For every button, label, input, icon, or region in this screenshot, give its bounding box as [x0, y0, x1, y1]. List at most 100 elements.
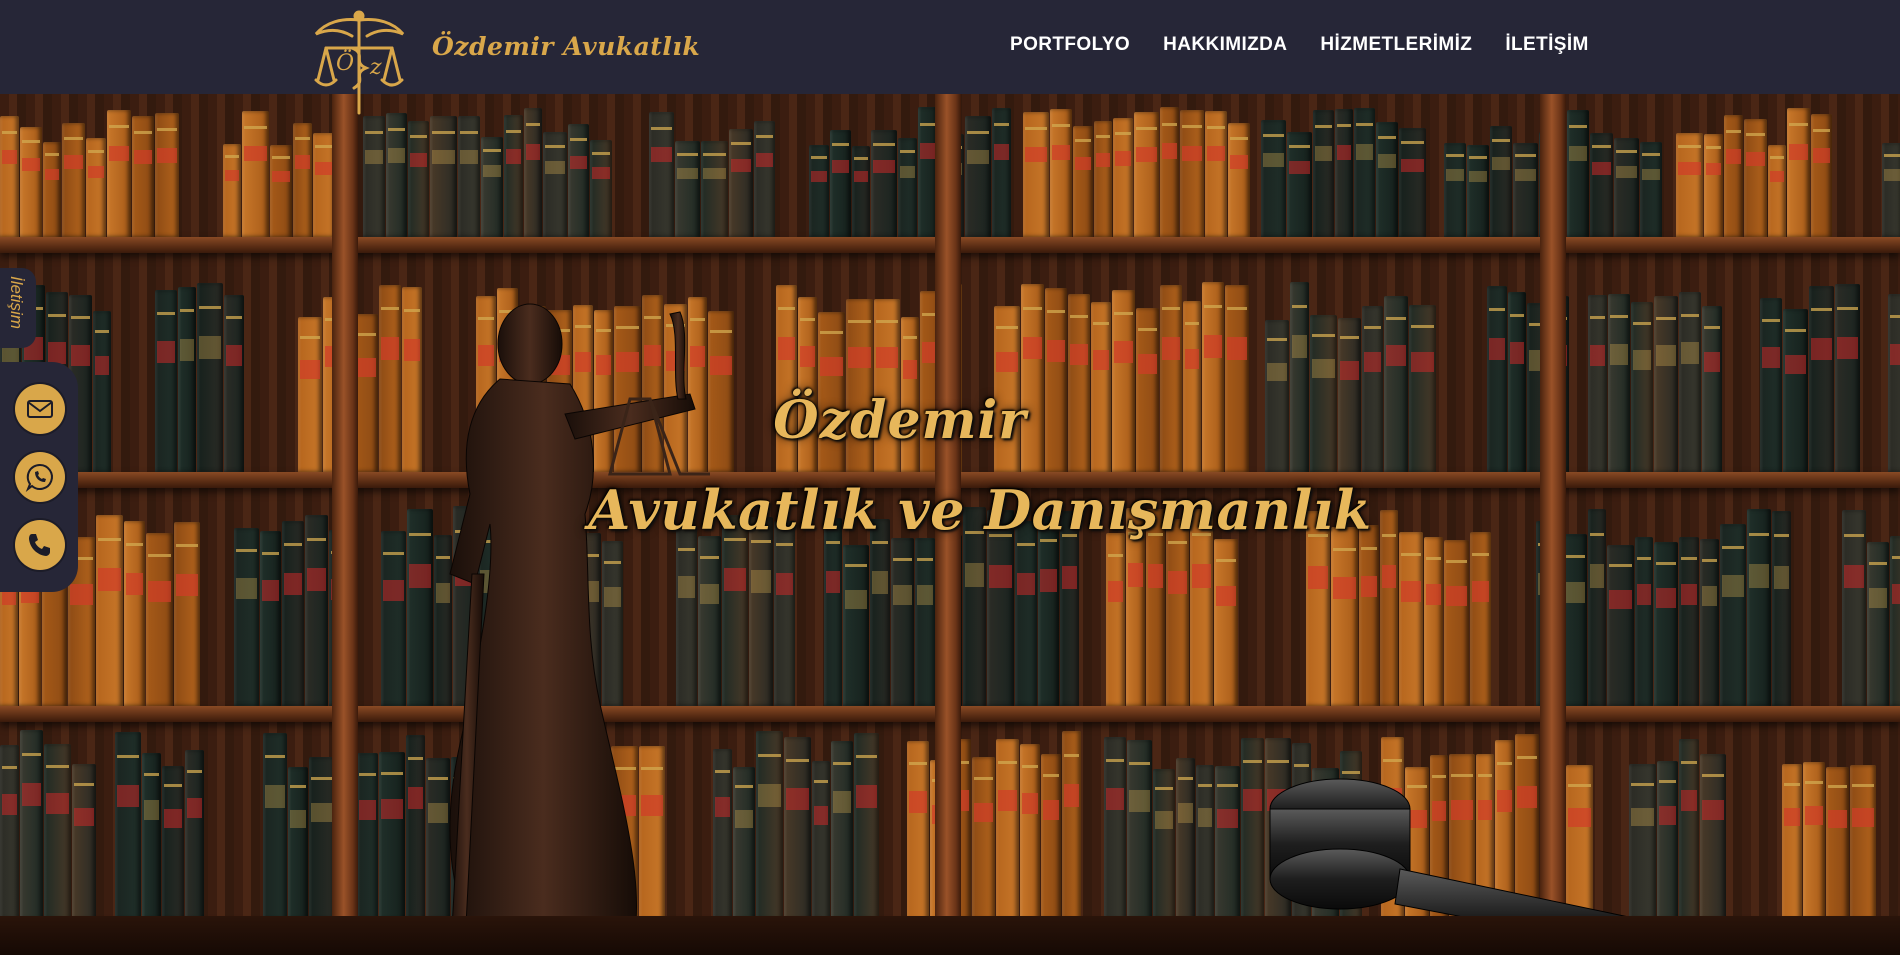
book-spine — [852, 146, 870, 237]
book-spine — [1826, 767, 1849, 920]
book-spine — [543, 132, 567, 237]
book-spine — [831, 741, 853, 920]
book-spine — [1166, 519, 1189, 706]
book-spine — [870, 519, 890, 706]
book-spine — [20, 730, 43, 920]
book-spine — [1399, 128, 1426, 237]
book-spine — [1335, 109, 1353, 237]
book-spine — [1640, 142, 1662, 237]
book-spine — [1590, 133, 1613, 237]
book-spine — [1073, 126, 1093, 237]
svg-text:Ö: Ö — [336, 49, 354, 76]
nav-portfolyo[interactable]: PORTFOLYO — [1010, 34, 1130, 56]
book-spine — [357, 753, 378, 920]
book-spine — [524, 108, 542, 237]
brand-name[interactable]: Özdemir Avukatlık — [432, 32, 700, 61]
book-spine — [830, 130, 851, 237]
book-spine — [1850, 765, 1876, 920]
hero-section: Özdemir Avukatlık ve Danışmanlık — [0, 94, 1900, 955]
book-spine — [907, 741, 929, 920]
book-spine — [234, 528, 259, 706]
book-spine — [1444, 143, 1466, 237]
book-spine — [1180, 110, 1204, 237]
book-spine — [1811, 114, 1832, 237]
site-header: Ö z Özdemir Avukatlık PORTFOLYO HAKKIMIZ… — [0, 0, 1900, 115]
book-spine — [1331, 527, 1358, 706]
book-spine — [784, 737, 811, 920]
book-spine — [1176, 758, 1195, 920]
book-spine — [1513, 143, 1538, 237]
book-spine — [107, 110, 131, 237]
book-spine — [43, 142, 61, 237]
book-spine — [891, 538, 914, 706]
whatsapp-icon — [25, 463, 53, 492]
book-spine — [386, 113, 407, 237]
book-spine — [898, 138, 917, 237]
book-spine — [260, 531, 281, 706]
book-spine — [568, 124, 589, 237]
book-spine — [481, 137, 503, 237]
book-spine — [1134, 112, 1159, 237]
book-spine — [270, 145, 292, 237]
book-spine — [1205, 111, 1227, 237]
book-spine — [843, 545, 869, 706]
nav-hizmetlerimiz[interactable]: HİZMETLERİMİZ — [1320, 34, 1472, 56]
phone-icon — [29, 534, 50, 556]
whatsapp-button[interactable] — [15, 452, 65, 502]
contact-tab[interactable]: İletişim — [0, 268, 36, 348]
book-spine — [1768, 145, 1786, 237]
logo-icon[interactable]: Ö z — [312, 8, 407, 118]
book-spine — [282, 521, 304, 706]
book-spine — [504, 115, 523, 237]
book-spine — [1444, 540, 1469, 706]
book-spine — [1399, 532, 1423, 706]
book-spine — [1261, 120, 1286, 237]
book-spine — [174, 522, 200, 706]
book-spine — [1038, 516, 1059, 706]
book-spine — [1890, 536, 1900, 706]
book-spine — [44, 744, 71, 920]
book-spine — [1160, 107, 1179, 237]
book-spine — [713, 749, 732, 920]
book-spine — [1490, 126, 1512, 237]
book-spine — [1470, 532, 1491, 706]
book-spine — [1782, 764, 1802, 920]
book-spine — [1803, 762, 1825, 920]
book-spine — [1015, 521, 1037, 706]
desk-surface — [0, 916, 1900, 955]
phone-button[interactable] — [15, 520, 65, 570]
book-spine — [132, 116, 154, 237]
book-spine — [871, 130, 897, 237]
book-spine — [1567, 110, 1589, 237]
book-spine — [1787, 108, 1810, 237]
book-spine — [430, 116, 457, 237]
book-spine — [733, 767, 755, 920]
book-spine — [1654, 542, 1678, 706]
book-spine — [1104, 737, 1126, 920]
nav-iletisim[interactable]: İLETİŞİM — [1505, 34, 1588, 56]
book-spine — [62, 123, 85, 237]
book-spine — [965, 116, 991, 237]
book-spine — [809, 145, 829, 237]
book-spine — [155, 113, 179, 237]
book-spine — [854, 733, 879, 920]
book-spine — [996, 739, 1019, 920]
book-spine — [915, 538, 935, 706]
book-spine — [408, 121, 429, 237]
book-spine — [1359, 525, 1379, 706]
book-spine — [992, 108, 1011, 237]
book-spine — [1867, 542, 1889, 706]
hero-title-line2: Avukatlık ve Danışmanlık — [588, 478, 1372, 542]
book-spine — [1106, 533, 1125, 706]
book-spine — [756, 731, 783, 920]
book-spine — [1467, 145, 1489, 237]
nav-hakkimizda[interactable]: HAKKIMIZDA — [1163, 34, 1287, 56]
book-spine — [223, 144, 241, 237]
book-spine — [162, 766, 184, 920]
book-spine — [1614, 138, 1639, 237]
book-spine — [1882, 143, 1900, 237]
book-spine — [1720, 524, 1746, 706]
book-spine — [20, 127, 42, 237]
book-spine — [86, 138, 106, 237]
email-button[interactable] — [15, 384, 65, 434]
